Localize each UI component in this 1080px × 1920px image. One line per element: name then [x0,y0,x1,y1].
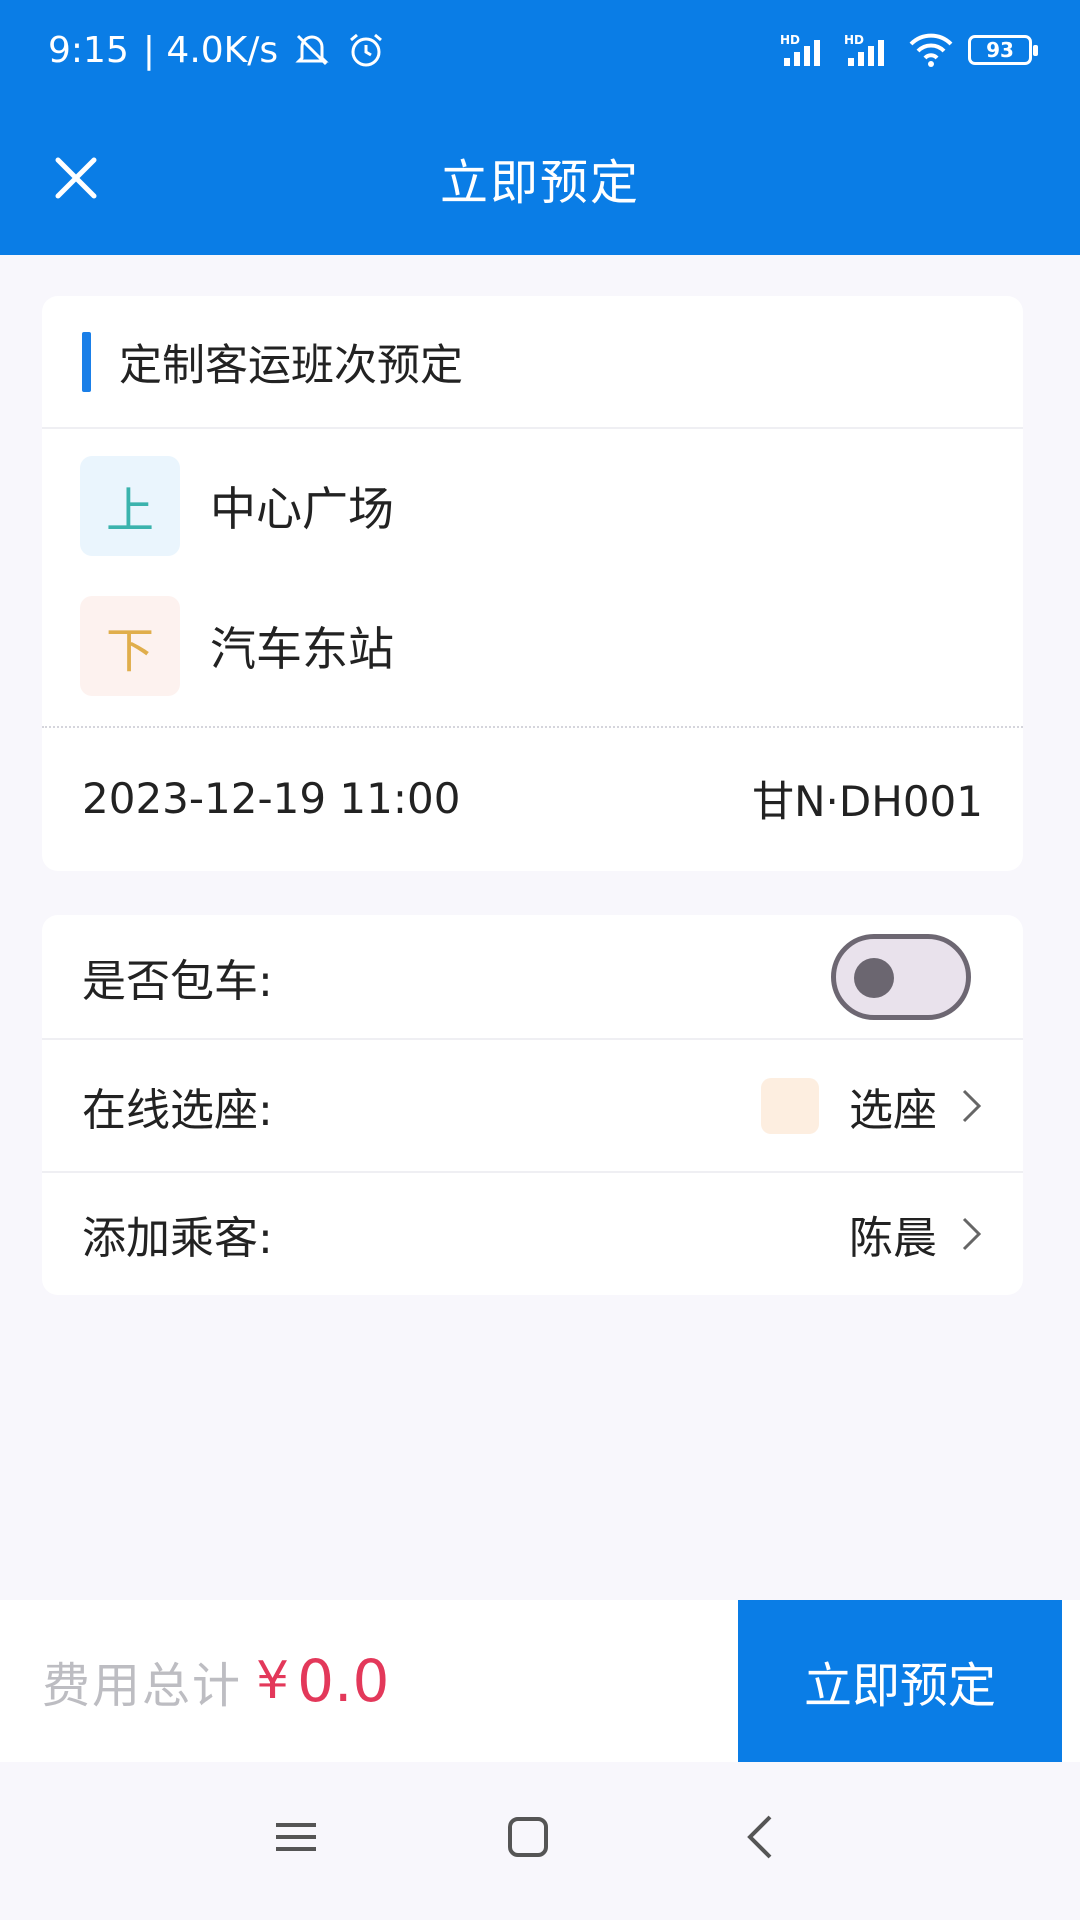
passenger-label: 添加乘客: [82,1213,273,1264]
trip-card: 定制客运班次预定 上 中心广场 下 汽车东站 2023-12-19 11:00 … [42,296,1023,871]
boarding-badge: 上 [80,456,180,556]
chevron-right-icon [962,1089,982,1122]
charter-label: 是否包车: [82,955,273,1007]
total-value: 0.0 [297,1647,390,1715]
wifi-icon [908,32,954,68]
chevron-right-icon [962,1217,982,1251]
system-nav-bar [0,1762,1080,1920]
status-bar: 9:15 | 4.0K/s HD HD 93 [0,0,1080,100]
seat-label: 在线选座: [82,1084,273,1136]
menu-icon[interactable] [266,1807,326,1867]
accent-bar [82,331,91,392]
alarm-icon [346,30,386,70]
vehicle-plate: 甘N·DH001 [752,776,983,826]
charter-toggle[interactable] [831,933,971,1020]
status-time: 9:15 [48,29,129,71]
alighting-stop-row: 下 汽车东站 [80,596,394,696]
seat-select-row[interactable]: 在线选座: 选座 [42,1040,1023,1173]
app-header: 9:15 | 4.0K/s HD HD 93 立即预定 [0,0,1080,255]
page-title: 立即预定 [439,154,640,211]
alighting-badge: 下 [80,596,180,696]
seat-value: 选座 [849,1084,937,1136]
total-label: 费用总计 [42,1658,243,1714]
close-icon[interactable] [50,152,102,204]
bottom-bar: 费用总计 ¥ 0.0 立即预定 [0,1600,1080,1762]
total-price: 费用总计 ¥ 0.0 [42,1600,389,1762]
nav-bar: 立即预定 [0,100,1080,255]
boarding-stop-name: 中心广场 [210,482,394,536]
bell-muted-icon [292,30,332,70]
signal-hd-icon: HD [780,32,830,68]
currency-symbol: ¥ [256,1651,290,1711]
passenger-value: 陈晨 [849,1213,937,1264]
seat-icon [761,1077,819,1134]
battery-icon: 93 [968,35,1038,65]
passenger-row[interactable]: 添加乘客: 陈晨 [42,1173,1023,1295]
back-icon[interactable] [732,1807,792,1867]
trip-info-row: 2023-12-19 11:00 甘N·DH001 [82,728,983,868]
trip-card-title: 定制客运班次预定 [119,340,463,391]
book-now-button[interactable]: 立即预定 [738,1600,1062,1762]
trip-card-header: 定制客运班次预定 [42,296,1023,429]
signal2-label: HD [844,33,864,47]
toggle-knob [854,957,894,998]
signal1-label: HD [780,33,800,47]
status-net-speed: | 4.0K/s [142,29,279,71]
alighting-stop-name: 汽车东站 [210,622,394,676]
boarding-stop-row: 上 中心广场 [80,456,394,556]
signal-hd-icon: HD [844,32,894,68]
charter-row: 是否包车: [42,915,1023,1040]
departure-datetime: 2023-12-19 11:00 [82,773,461,823]
home-icon[interactable] [498,1807,558,1867]
options-card: 是否包车: 在线选座: 选座 添加乘客: 陈晨 [42,915,1023,1295]
